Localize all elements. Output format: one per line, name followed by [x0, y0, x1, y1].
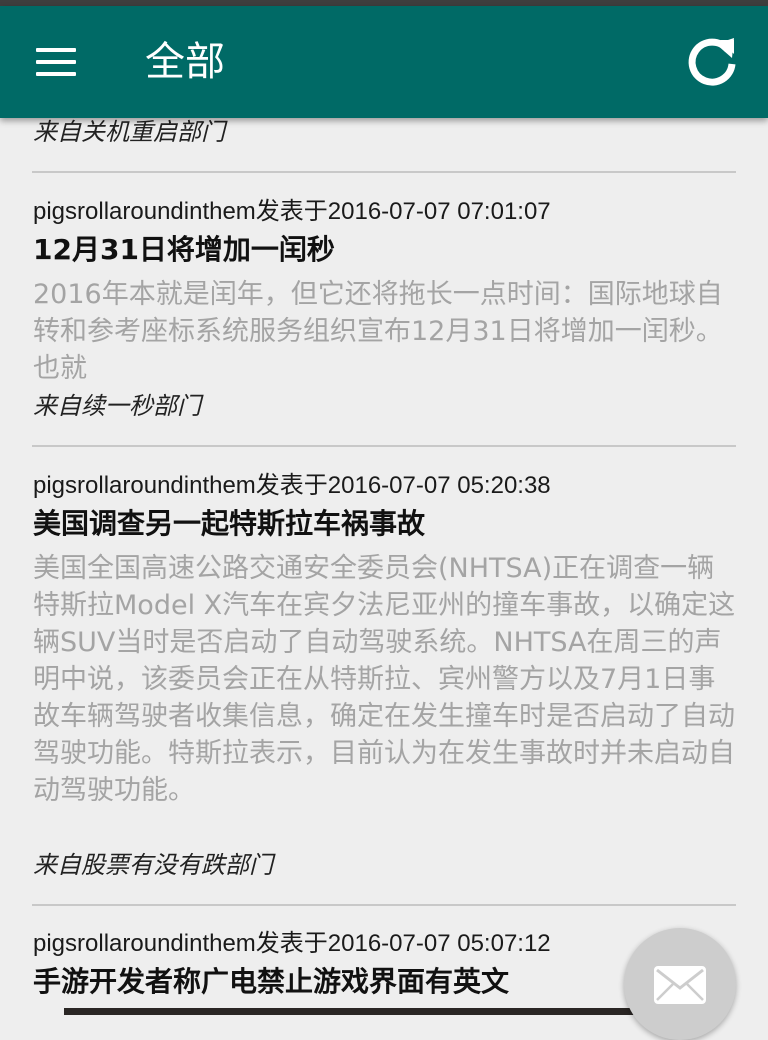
post-source: 来自续一秒部门 [33, 392, 201, 420]
post-meta: pigsrollaroundinthem发表于2016-07-07 05:07:… [33, 930, 551, 957]
post-divider [32, 171, 736, 173]
post-title[interactable]: 手游开发者称广电禁止游戏界面有英文 [33, 965, 509, 999]
post-list[interactable]: 来自关机重启部门 pigsrollaroundinthem发表于2016-07-… [0, 0, 768, 1015]
refresh-button[interactable] [684, 34, 740, 90]
refresh-icon [688, 38, 736, 86]
menu-button[interactable] [26, 36, 86, 86]
post-summary: 美国全国高速公路交通安全委员会(NHTSA)正在调查一辆特斯拉Model X汽车… [33, 553, 736, 806]
post-source: 来自关机重启部门 [33, 118, 225, 146]
hamburger-menu-icon [36, 48, 76, 52]
app-bar: 全部 [0, 6, 768, 118]
post-title[interactable]: 12月31日将增加一闰秒 [33, 233, 335, 267]
post-meta: pigsrollaroundinthem发表于2016-07-07 05:20:… [33, 472, 551, 499]
hamburger-menu-icon-bar [36, 72, 76, 76]
hamburger-menu-icon-bar [36, 60, 76, 64]
post-title[interactable]: 美国调查另一起特斯拉车祸事故 [33, 507, 425, 541]
post-summary: 2016年本就是闰年，但它还将拖长一点时间：国际地球自转和参考座标系统服务组织宣… [33, 279, 723, 384]
mail-icon [654, 966, 706, 1004]
post-image [64, 1008, 644, 1015]
page-title: 全部 [145, 39, 225, 85]
post-divider [32, 904, 736, 906]
post-meta: pigsrollaroundinthem发表于2016-07-07 07:01:… [33, 198, 551, 225]
post-source: 来自股票有没有跌部门 [33, 851, 273, 879]
compose-mail-button[interactable] [624, 928, 736, 1040]
post-divider [32, 445, 736, 447]
